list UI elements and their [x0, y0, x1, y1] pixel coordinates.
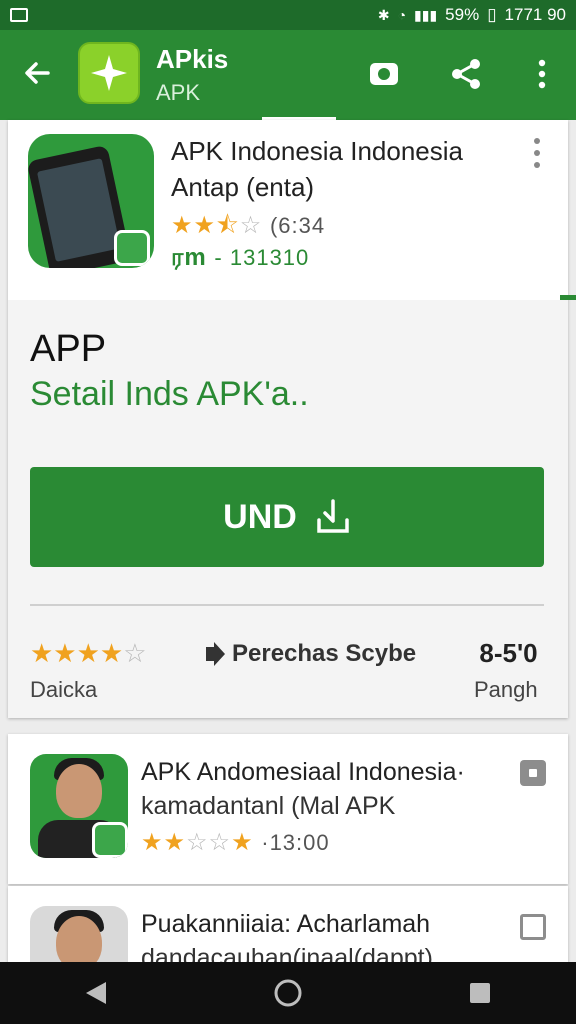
featured-app-title: APK Indonesia Indonesia — [171, 136, 463, 166]
list-item-thumbnail — [30, 906, 128, 966]
nav-back-icon[interactable] — [76, 973, 116, 1013]
app-bar-subtitle: APK — [156, 80, 201, 105]
featured-app-rating-count: (6:34 — [269, 213, 326, 238]
select-checkbox[interactable] — [520, 914, 546, 940]
more-vert-icon[interactable] — [524, 56, 560, 92]
status-bar: ✱ ◔ ▮▮▮ 59% ▯ 1771 90 — [0, 0, 576, 30]
app-bar: APkis APK — [0, 30, 576, 120]
list-item[interactable]: Puakanniiaia: Acharlamah dandacauhan(ina… — [8, 886, 568, 966]
wifi-icon: ◔ — [397, 7, 407, 23]
download-icon — [317, 499, 349, 533]
featured-app-rating: ★★⯪☆ (6:34 — [171, 212, 326, 239]
app-bar-title: APkis — [156, 44, 229, 74]
list-item-subtitle: kamadantanl (Mal APK — [141, 792, 396, 820]
size-stat: 8-5'0 Pangh — [474, 638, 538, 703]
size-label: Pangh — [474, 677, 538, 702]
share-icon[interactable] — [448, 56, 484, 92]
app-logo-icon — [78, 42, 140, 104]
app-badge-icon — [92, 822, 128, 858]
rating-stars: ★★★★☆ — [30, 638, 147, 668]
accent-bar — [560, 295, 576, 300]
rating-stat: ★★★★☆ Daicka — [30, 638, 147, 703]
nav-recents-icon[interactable] — [460, 973, 500, 1013]
featured-app-row[interactable]: APK Indonesia Indonesia Antap (enta) ★★⯪… — [8, 120, 568, 300]
app-details-card: APK Indonesia Indonesia Antap (enta) ★★⯪… — [8, 120, 568, 718]
system-nav-bar — [0, 962, 576, 1024]
nav-home-icon[interactable] — [268, 973, 308, 1013]
downloads-count: - 131310 — [214, 245, 310, 270]
list-item-rating: ★★☆☆★ ·13:00 — [141, 829, 330, 856]
messenger-badge-icon — [114, 230, 150, 266]
featured-app-title-line2: Antap (enta) — [171, 172, 315, 202]
rating-label: Daicka — [30, 677, 98, 702]
clock: 1771 90 — [504, 5, 566, 24]
signal-icon: ▮▮▮ — [414, 6, 438, 23]
battery-percent: 59% — [445, 5, 480, 24]
install-button[interactable]: UND — [30, 467, 544, 567]
install-label: UND — [223, 497, 297, 536]
list-item-title: Puakanniiaia: Acharlamah — [141, 910, 431, 938]
list-item-title: APK Andomesiaal Indonesia· — [141, 758, 465, 786]
more-vert-icon[interactable] — [532, 138, 542, 168]
featured-app-thumbnail — [28, 134, 154, 268]
battery-icon: ▯ — [487, 5, 497, 24]
bluetooth-icon: ✱ — [377, 6, 390, 23]
play-arrow-icon — [206, 642, 225, 666]
list-item-thumbnail — [30, 754, 128, 858]
downloads-badge: ரm — [171, 244, 207, 271]
app-heading: APP — [30, 328, 107, 370]
list-item[interactable]: APK Andomesiaal Indonesia· kamadantanl (… — [8, 734, 568, 884]
divider — [30, 604, 544, 606]
notification-icon — [10, 8, 28, 22]
camera-icon[interactable] — [366, 56, 402, 92]
list-item-meta: ·13:00 — [261, 830, 330, 855]
category-stat[interactable]: Perechas Scybe — [204, 640, 416, 668]
bookmark-icon[interactable] — [520, 760, 546, 786]
category-label: Perechas Scybe — [232, 640, 417, 667]
app-subheading: Setail Inds APK'a.. — [30, 375, 309, 413]
featured-app-downloads: ரm - 131310 — [171, 244, 309, 274]
back-arrow-icon[interactable] — [20, 56, 54, 90]
size-value: 8-5'0 — [479, 638, 538, 668]
